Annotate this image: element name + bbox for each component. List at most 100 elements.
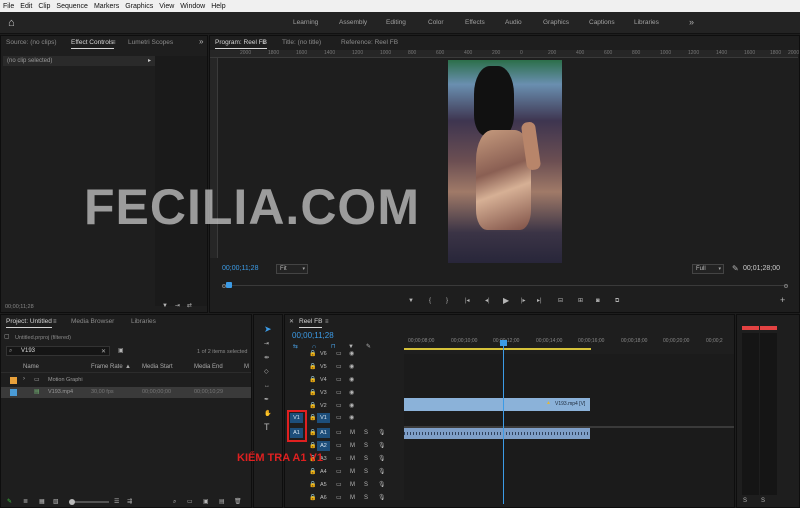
video-tracks-area[interactable] <box>404 354 734 426</box>
program-scrubber[interactable] <box>222 282 788 291</box>
sync-lock-icon[interactable]: ▭ <box>336 389 342 397</box>
close-tab-icon[interactable]: ✕ <box>289 318 294 326</box>
tab-effect-controls[interactable]: Effect Controls <box>71 39 114 49</box>
icon-view-icon[interactable]: ▦ <box>39 498 45 506</box>
lock-icon[interactable]: 🔒 <box>309 402 316 410</box>
mute-icon[interactable]: M <box>350 442 355 450</box>
mute-icon[interactable]: M <box>350 455 355 463</box>
microphone-icon[interactable]: 🎙 <box>378 442 386 450</box>
new-bin-icon[interactable]: ▭ <box>187 498 193 506</box>
tab-libraries[interactable]: Libraries <box>131 318 156 325</box>
track-a2-target[interactable]: A2 <box>317 441 330 451</box>
eye-icon[interactable]: ◉ <box>349 350 354 358</box>
project-search-input[interactable]: ⌕ V193 ✕ <box>6 346 110 356</box>
zoom-select[interactable]: Fit ▾ <box>276 264 308 274</box>
sync-lock-icon[interactable]: ▭ <box>336 429 342 437</box>
menu-file[interactable]: File <box>0 3 17 10</box>
lock-icon[interactable]: 🔒 <box>309 494 316 502</box>
lock-icon[interactable]: 🔒 <box>309 389 316 397</box>
filter-icon[interactable]: ▼ <box>162 302 168 310</box>
timeline-settings-icon[interactable]: ✎ <box>366 343 371 351</box>
loop-icon[interactable]: ⇄ <box>187 302 192 310</box>
project-menu-icon[interactable]: ≡ <box>53 318 57 326</box>
list-item[interactable]: ▤ V193.mp4 30,00 fps 00;00;00;00 00;00;1… <box>1 387 251 398</box>
video-clip[interactable]: ▲ V193.mp4 [V] <box>404 398 590 411</box>
add-button-icon[interactable]: + <box>780 296 785 305</box>
sequence-menu-icon[interactable]: ≡ <box>325 318 329 326</box>
sync-lock-icon[interactable]: ▭ <box>336 376 342 384</box>
ripple-edit-tool-icon[interactable]: ⇹ <box>264 354 269 362</box>
zoom-slider-handle[interactable] <box>69 499 75 505</box>
tab-project[interactable]: Project: Untitled <box>6 318 52 328</box>
sync-lock-icon[interactable]: ▭ <box>336 414 342 422</box>
go-to-out-icon[interactable]: ▸| <box>537 297 542 305</box>
menu-clip[interactable]: Clip <box>35 3 53 10</box>
track-a4-label[interactable]: A4 <box>320 469 327 475</box>
lock-icon[interactable]: 🔒 <box>309 363 316 371</box>
nest-icon[interactable]: ⇆ <box>293 343 298 351</box>
microphone-icon[interactable]: 🎙 <box>378 481 386 489</box>
solo-icon[interactable]: S <box>364 442 368 450</box>
type-tool-icon[interactable]: T <box>264 423 270 432</box>
mute-icon[interactable]: M <box>350 481 355 489</box>
lock-icon[interactable]: 🔒 <box>309 468 316 476</box>
sync-lock-icon[interactable]: ▭ <box>336 494 342 502</box>
expand-icon[interactable]: ▸ <box>148 57 151 64</box>
workspace-assembly[interactable]: Assembly <box>339 19 367 26</box>
lock-icon[interactable]: 🔒 <box>309 414 316 422</box>
workspace-audio[interactable]: Audio <box>505 19 522 26</box>
zoom-slider[interactable] <box>69 499 109 505</box>
track-a5-label[interactable]: A5 <box>320 482 327 488</box>
comparison-view-icon[interactable]: ⧉ <box>615 297 619 305</box>
clear-icon[interactable]: ▤ <box>219 498 225 506</box>
tab-source[interactable]: Source: (no clips) <box>6 39 57 46</box>
track-v1-target[interactable]: V1 <box>317 413 330 423</box>
mark-out-icon[interactable]: } <box>446 297 448 305</box>
extract-icon[interactable]: ⊞ <box>578 297 583 305</box>
workspace-effects[interactable]: Effects <box>465 19 485 26</box>
track-v6-label[interactable]: V6 <box>320 351 327 357</box>
track-a1-target[interactable]: A1 <box>317 428 330 438</box>
menu-markers[interactable]: Markers <box>91 3 122 10</box>
new-item-icon[interactable]: ▣ <box>203 498 209 506</box>
tab-title[interactable]: Title: (no title) <box>282 39 321 46</box>
lock-icon[interactable]: 🔒 <box>309 350 316 358</box>
column-media[interactable]: M <box>244 364 249 370</box>
column-media-end[interactable]: Media End <box>194 364 223 370</box>
workspace-captions[interactable]: Captions <box>589 19 615 26</box>
microphone-icon[interactable]: 🎙 <box>378 429 386 437</box>
mute-icon[interactable]: M <box>350 494 355 502</box>
track-v2-label[interactable]: V2 <box>320 403 327 409</box>
solo-icon[interactable]: S <box>364 494 368 502</box>
lock-icon[interactable]: 🔒 <box>309 481 316 489</box>
microphone-icon[interactable]: 🎙 <box>378 468 386 476</box>
solo-icon[interactable]: S <box>364 468 368 476</box>
list-item[interactable]: › ▭ Motion Graphi <box>1 375 251 386</box>
column-frame-rate[interactable]: Frame Rate <box>91 364 123 370</box>
column-name[interactable]: Name <box>23 364 39 370</box>
work-area-bar[interactable] <box>404 348 591 350</box>
workspace-editing[interactable]: Editing <box>386 19 406 26</box>
solo-right-icon[interactable]: S <box>761 497 765 505</box>
freeform-view-icon[interactable]: ▧ <box>53 498 59 506</box>
eye-icon[interactable]: ◉ <box>349 363 354 371</box>
menu-sequence[interactable]: Sequence <box>53 3 91 10</box>
new-bin-from-search-icon[interactable]: ▣ <box>118 347 124 355</box>
solo-icon[interactable]: S <box>364 455 368 463</box>
lock-icon[interactable]: 🔒 <box>309 376 316 384</box>
more-panels-icon[interactable]: » <box>199 38 203 46</box>
sync-lock-icon[interactable]: ▭ <box>336 350 342 358</box>
eye-icon[interactable]: ◉ <box>349 389 354 397</box>
mark-in-icon[interactable]: { <box>429 297 431 305</box>
menu-graphics[interactable]: Graphics <box>122 3 156 10</box>
razor-tool-icon[interactable]: ◇ <box>264 368 269 376</box>
program-current-time[interactable]: 00;00;11;28 <box>222 265 258 272</box>
menu-view[interactable]: View <box>156 3 177 10</box>
clear-search-icon[interactable]: ✕ <box>101 348 106 355</box>
list-view-icon[interactable]: ≣ <box>23 498 28 506</box>
linked-selection-icon[interactable]: ⊓ <box>331 343 336 351</box>
mute-icon[interactable]: M <box>350 429 355 437</box>
playhead-line[interactable] <box>503 344 504 504</box>
timeline-timecode[interactable]: 00;00;11;28 <box>292 331 334 340</box>
menu-edit[interactable]: Edit <box>17 3 35 10</box>
